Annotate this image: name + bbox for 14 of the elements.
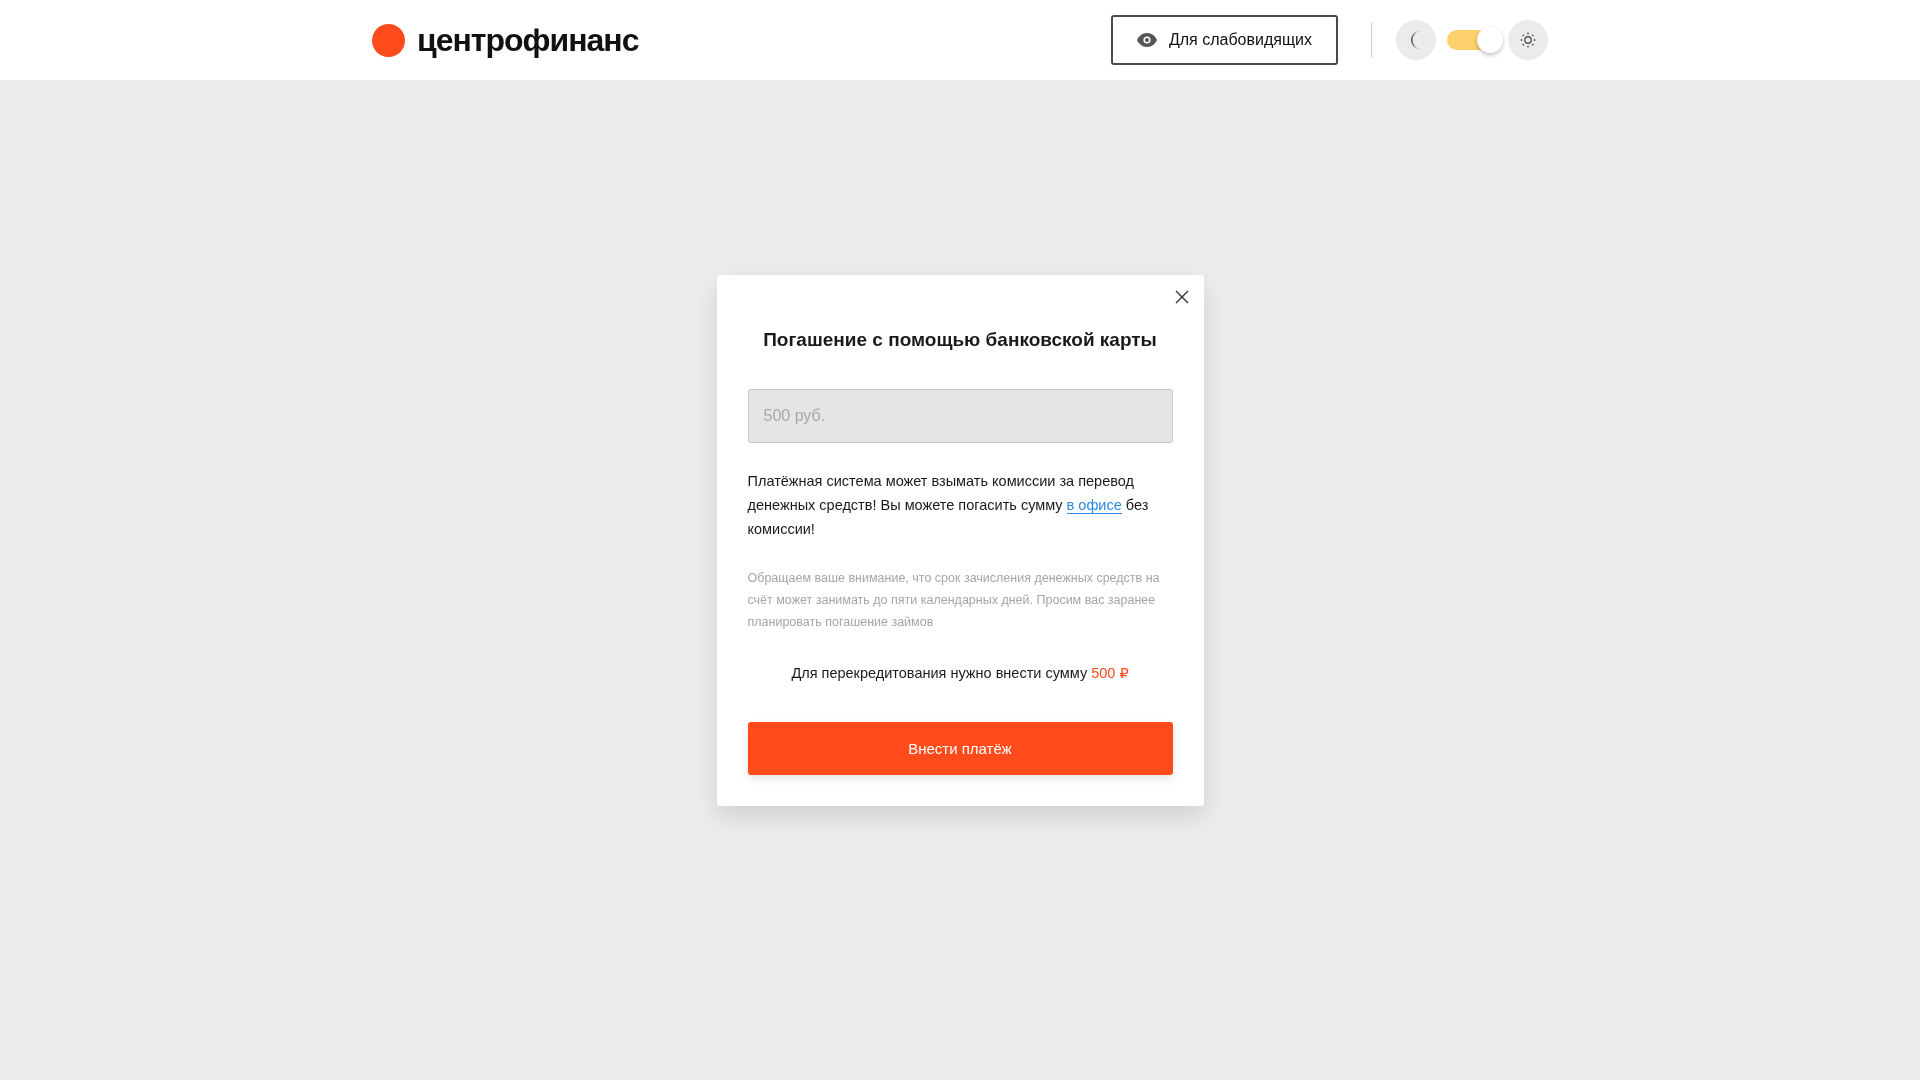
note-text: Обращаем ваше внимание, что срок зачисления денежных средств на счёт может занимать до пяти календарных дней. Просим вас заранее планировать погашение займов	[747, 569, 1161, 631]
eye-icon	[1136, 33, 1157, 47]
notice-text: Платёжная система может взымать комиссии за перевод денежных средств! Вы можете погасить сумму в офисе без комиссии!	[747, 471, 1150, 539]
accessibility-button[interactable]: Для слабовидящих	[1110, 15, 1338, 65]
office-link[interactable]: в офисе	[1066, 496, 1122, 514]
required-sum-amount: 500 ₽	[1091, 664, 1129, 681]
pay-button[interactable]: Внести платёж	[747, 721, 1173, 775]
sun-icon	[1520, 32, 1536, 48]
logo-text: центрофинанс	[417, 21, 639, 59]
logo-dot-icon	[372, 23, 405, 57]
light-theme-button[interactable]	[1508, 20, 1548, 60]
amount-field[interactable]: 500 руб.	[747, 388, 1173, 443]
dialog-title: Погашение с помощью банковской карты	[762, 328, 1158, 351]
required-sum-text: Для перекредитования нужно внести сумму	[791, 664, 1088, 681]
